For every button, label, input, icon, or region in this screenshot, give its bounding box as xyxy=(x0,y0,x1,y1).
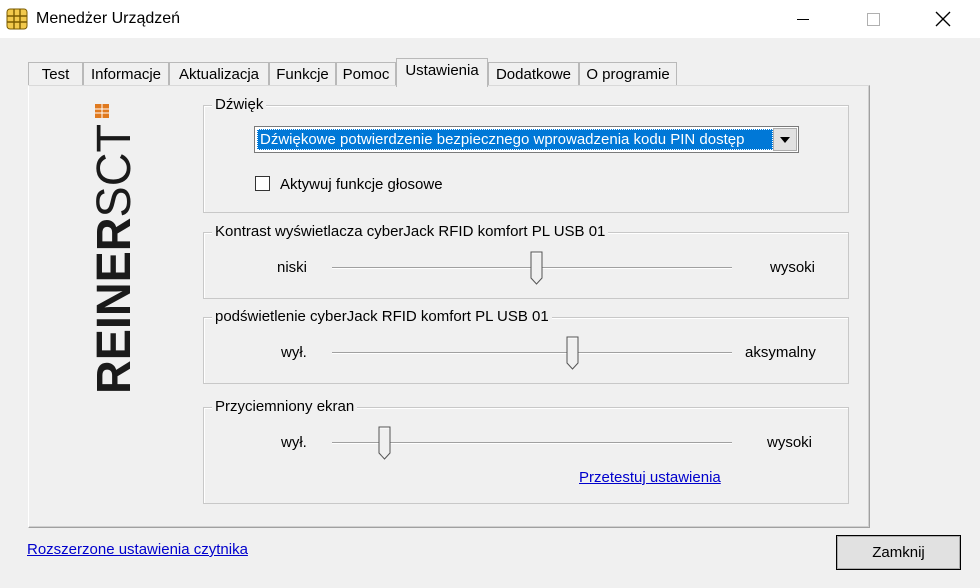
dimmed-screen-group-title: Przyciemniony ekran xyxy=(212,398,358,415)
tab-dodatkowe[interactable]: Dodatkowe xyxy=(488,62,579,85)
tab-ustawienia[interactable]: Ustawienia xyxy=(396,58,488,87)
tab-funkcje[interactable]: Funkcje xyxy=(269,62,336,85)
sound-group-title: Dźwięk xyxy=(212,96,267,113)
dropdown-selected-value: Dźwiękowe potwierdzenie bezpiecznego wpr… xyxy=(257,129,773,150)
title-bar: Menedżer Urządzeń xyxy=(0,0,980,38)
minimize-icon xyxy=(797,18,809,20)
tab-informacje[interactable]: Informacje xyxy=(83,62,169,85)
backlight-group: podświetlenie cyberJack RFID komfort PL … xyxy=(203,308,849,384)
svg-text:REINERSCT: REINERSCT xyxy=(88,124,141,394)
voice-functions-label[interactable]: Aktywuj funkcje głosowe xyxy=(280,176,443,193)
chevron-down-icon xyxy=(780,136,790,143)
minimize-button[interactable] xyxy=(780,0,826,38)
contrast-max-label: wysoki xyxy=(770,259,816,276)
backlight-max-label: aksymalny xyxy=(745,344,816,361)
dimmed-min-label: wył. xyxy=(281,434,307,451)
voice-functions-checkbox[interactable] xyxy=(255,176,270,191)
dimmed-max-label: wysoki xyxy=(767,434,813,451)
dropdown-arrow-button[interactable] xyxy=(773,128,797,151)
dimmed-slider-thumb[interactable] xyxy=(378,426,391,460)
tab-pomoc[interactable]: Pomoc xyxy=(336,62,396,85)
close-icon xyxy=(935,11,951,27)
test-settings-link[interactable]: Przetestuj ustawienia xyxy=(579,469,721,486)
sound-group: Dźwięk Dźwiękowe potwierdzenie bezpieczn… xyxy=(203,96,849,213)
maximize-button[interactable] xyxy=(850,0,896,38)
close-window-button[interactable] xyxy=(920,0,966,38)
card-reader-app-icon xyxy=(6,8,28,30)
backlight-slider-thumb[interactable] xyxy=(566,336,579,370)
sound-confirmation-dropdown[interactable]: Dźwiękowe potwierdzenie bezpiecznego wpr… xyxy=(254,126,799,153)
dimmed-screen-group: Przyciemniony ekran wył. wysoki Przetest… xyxy=(203,398,849,504)
tab-test[interactable]: Test xyxy=(28,62,83,85)
close-button[interactable]: Zamknij xyxy=(836,535,961,570)
contrast-group-title: Kontrast wyświetlacza cyberJack RFID kom… xyxy=(212,223,609,240)
dimmed-slider-track[interactable] xyxy=(332,442,732,444)
tab-o-programie[interactable]: O programie xyxy=(579,62,677,85)
maximize-icon xyxy=(866,12,880,26)
reiner-sct-logo: REINERSCT xyxy=(88,104,141,394)
settings-tab-page: REINERSCT Dźwięk Dźwiękowe potwierdzenie… xyxy=(28,85,870,528)
contrast-min-label: niski xyxy=(277,259,308,276)
backlight-slider-track[interactable] xyxy=(332,352,732,354)
contrast-slider-thumb[interactable] xyxy=(530,251,543,285)
window-title: Menedżer Urządzeń xyxy=(36,10,181,27)
contrast-group: Kontrast wyświetlacza cyberJack RFID kom… xyxy=(203,223,849,299)
backlight-min-label: wył. xyxy=(281,344,307,361)
tab-aktualizacja[interactable]: Aktualizacja xyxy=(169,62,269,85)
advanced-reader-settings-link[interactable]: Rozszerzone ustawienia czytnika xyxy=(27,541,248,558)
backlight-group-title: podświetlenie cyberJack RFID komfort PL … xyxy=(212,308,552,325)
